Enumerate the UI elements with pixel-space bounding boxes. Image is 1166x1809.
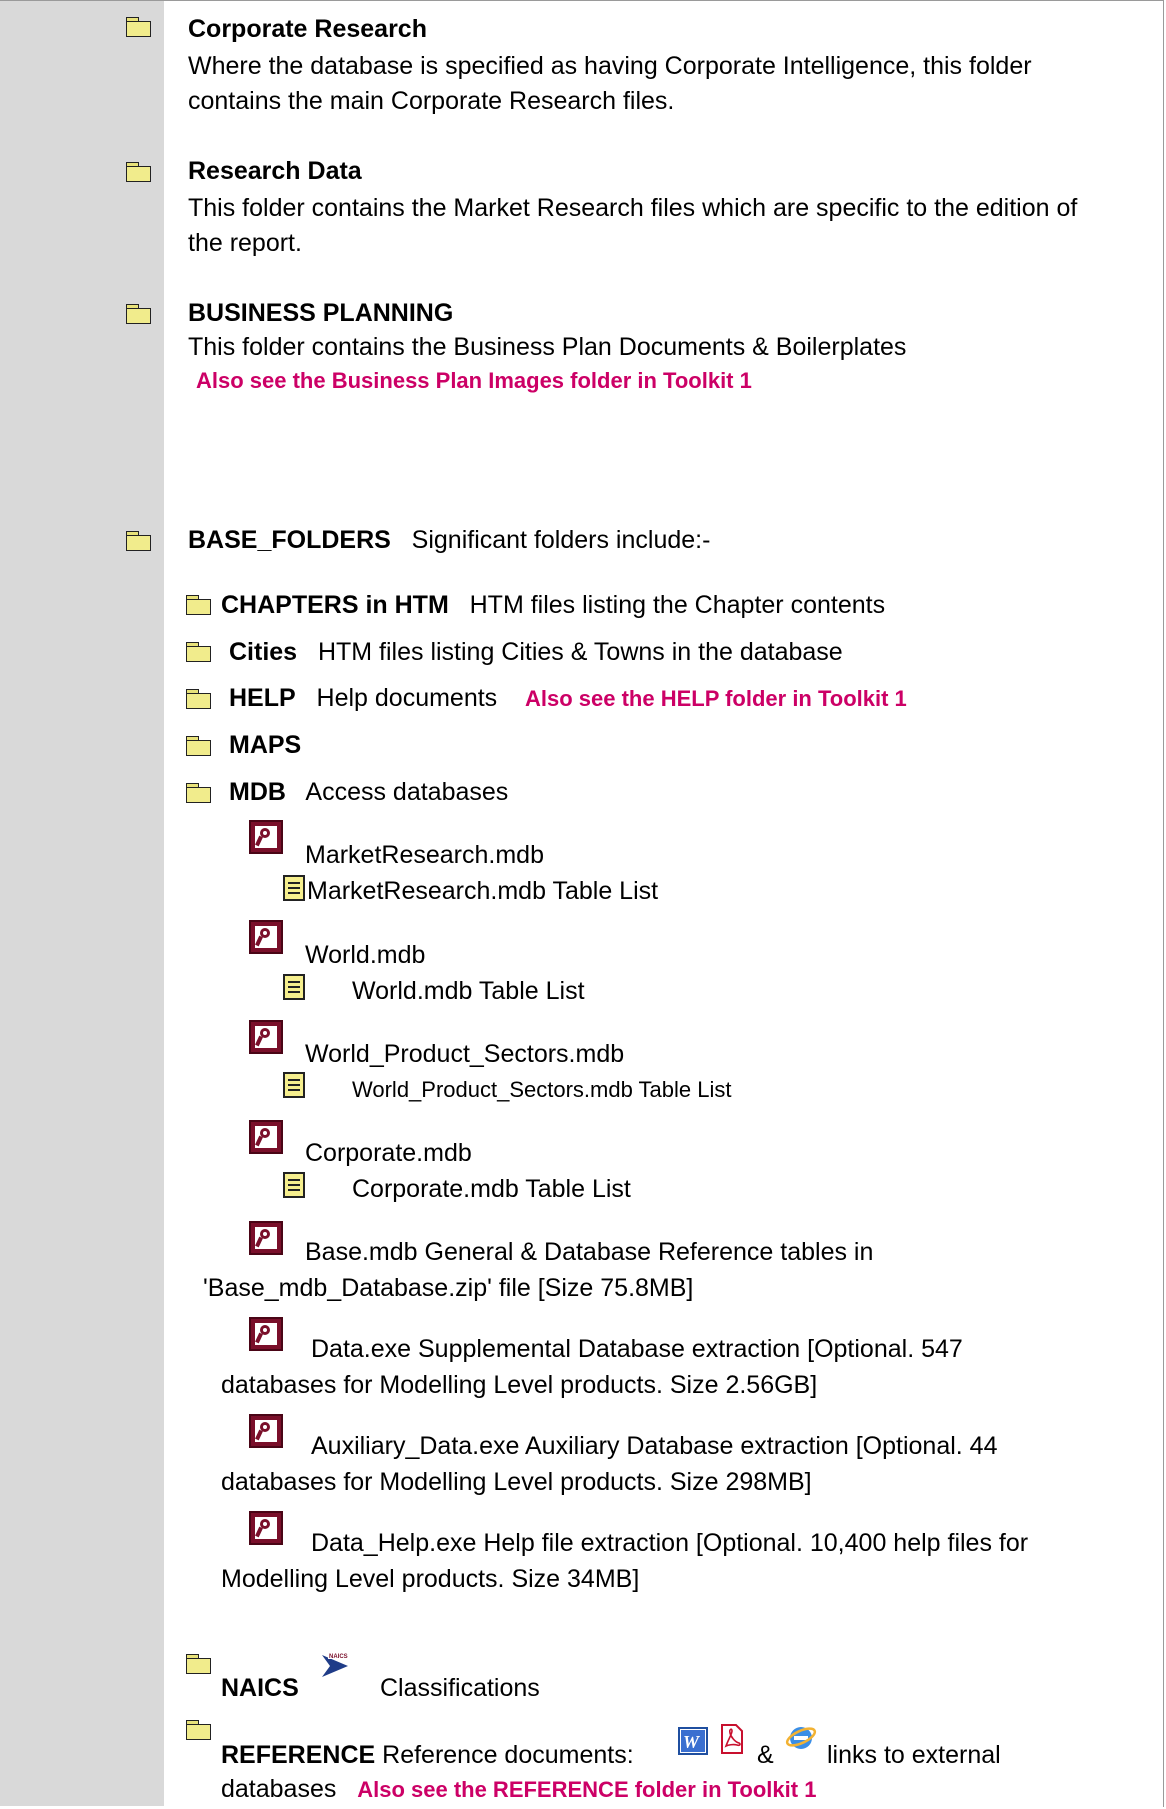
document-icon	[283, 1172, 305, 1198]
mdb-folder[interactable]: MDB	[229, 778, 286, 806]
word-icon[interactable]: W	[678, 1727, 708, 1755]
access-db-icon	[249, 1317, 283, 1351]
access-db-icon	[249, 1120, 283, 1154]
naics-folder[interactable]: NAICS	[221, 1671, 299, 1705]
folder-icon	[186, 783, 212, 803]
auxiliary-data-exe-line-1[interactable]: Auxiliary_Data.exe Auxiliary Database ex…	[311, 1429, 997, 1463]
reference-line: REFERENCE Reference documents:	[221, 1738, 634, 1772]
reference-amp: &	[757, 1741, 774, 1769]
world-table-list[interactable]: World.mdb Table List	[352, 974, 585, 1008]
corporate-research-desc-2: contains the main Corporate Research fil…	[188, 87, 675, 115]
folder-icon	[186, 595, 212, 615]
base-folders-desc: Significant folders include:-	[411, 526, 711, 554]
business-planning-desc: This folder contains the Business Plan D…	[188, 333, 907, 361]
svg-text:NAICS: NAICS	[329, 1654, 348, 1660]
business-plan-images-link[interactable]: Also see the Business Plan Images folder…	[196, 364, 752, 398]
cities-desc: HTM files listing Cities & Towns in the …	[317, 638, 843, 666]
base-mdb-line-2: 'Base_mdb_Database.zip' file [Size 75.8M…	[203, 1274, 694, 1302]
maps-folder[interactable]: MAPS	[229, 728, 301, 762]
base-folders-title[interactable]: BASE_FOLDERS	[188, 526, 391, 554]
mdb-line: MDB Access databases	[229, 775, 508, 809]
folder-icon	[126, 304, 152, 324]
naics-logo-icon: NAICS	[322, 1651, 348, 1677]
access-db-icon	[249, 1511, 283, 1545]
svg-text:W: W	[683, 1732, 701, 1752]
folder-icon	[186, 1720, 212, 1740]
world-product-sectors-mdb[interactable]: World_Product_Sectors.mdb	[305, 1037, 624, 1071]
cities-line: Cities HTM files listing Cities & Towns …	[229, 635, 843, 669]
world-mdb[interactable]: World.mdb	[305, 938, 425, 972]
access-db-icon	[249, 1020, 283, 1054]
research-data-title[interactable]: Research Data	[188, 154, 362, 188]
document-icon	[283, 875, 305, 901]
help-line: HELP Help documents Also see the HELP fo…	[229, 681, 907, 716]
mdb-desc: Access databases	[305, 778, 509, 806]
data-exe-line-2: databases for Modelling Level products. …	[221, 1371, 818, 1399]
help-toolkit-link[interactable]: Also see the HELP folder in Toolkit 1	[525, 686, 907, 711]
folder-icon	[186, 642, 212, 662]
access-db-icon	[249, 1414, 283, 1448]
folder-icon	[126, 162, 152, 182]
help-folder[interactable]: HELP	[229, 684, 296, 712]
reference-desc-c: databases	[221, 1775, 337, 1803]
chapters-line: CHAPTERS in HTM HTM files listing the Ch…	[221, 588, 885, 622]
data-exe-line-1[interactable]: Data.exe Supplemental Database extractio…	[311, 1332, 963, 1366]
chapters-folder[interactable]: CHAPTERS in HTM	[221, 591, 449, 619]
left-gutter	[0, 1, 116, 1806]
left-gutter-inner	[116, 1, 164, 577]
access-db-icon	[249, 1221, 283, 1255]
naics-desc: Classifications	[380, 1674, 540, 1702]
reference-desc-b: links to external	[827, 1741, 1001, 1769]
marketresearch-table-list[interactable]: MarketResearch.mdb Table List	[307, 874, 658, 908]
corporate-mdb[interactable]: Corporate.mdb	[305, 1136, 472, 1170]
base-folders-line: BASE_FOLDERS Significant folders include…	[188, 523, 710, 557]
access-db-icon	[249, 820, 283, 854]
research-data-desc-2: the report.	[188, 229, 302, 257]
folder-icon	[186, 689, 212, 709]
nested-panel	[164, 577, 1163, 1806]
reference-toolkit-link[interactable]: Also see the REFERENCE folder in Toolkit…	[357, 1777, 816, 1802]
reference-line-2: databases Also see the REFERENCE folder …	[221, 1772, 816, 1807]
pdf-icon[interactable]	[720, 1724, 744, 1754]
data-help-exe-line-1[interactable]: Data_Help.exe Help file extraction [Opti…	[311, 1526, 1028, 1560]
internet-explorer-icon[interactable]	[785, 1722, 817, 1752]
document-icon	[283, 1072, 305, 1098]
chapters-desc: HTM files listing the Chapter contents	[469, 591, 886, 619]
reference-folder[interactable]: REFERENCE	[221, 1741, 375, 1769]
folder-icon	[126, 531, 152, 551]
world-product-sectors-table-list[interactable]: World_Product_Sectors.mdb Table List	[352, 1073, 732, 1107]
reference-desc-a: Reference documents:	[382, 1741, 634, 1769]
help-desc: Help documents	[316, 684, 498, 712]
folder-icon	[126, 17, 152, 37]
corporate-research-title[interactable]: Corporate Research	[188, 12, 427, 46]
data-help-exe-line-2: Modelling Level products. Size 34MB]	[221, 1565, 640, 1593]
corporate-research-desc-1: Where the database is specified as havin…	[188, 52, 1032, 80]
cities-folder[interactable]: Cities	[229, 638, 297, 666]
corporate-table-list[interactable]: Corporate.mdb Table List	[352, 1172, 631, 1206]
folder-icon	[186, 736, 212, 756]
base-mdb-line-1[interactable]: Base.mdb General & Database Reference ta…	[305, 1235, 873, 1269]
research-data-desc-1: This folder contains the Market Research…	[188, 194, 1078, 222]
access-db-icon	[249, 920, 283, 954]
document-icon	[283, 974, 305, 1000]
business-planning-title[interactable]: BUSINESS PLANNING	[188, 296, 453, 330]
auxiliary-data-exe-line-2: databases for Modelling Level products. …	[221, 1468, 812, 1496]
nested-gutter	[116, 577, 164, 1806]
folder-icon	[186, 1654, 212, 1674]
marketresearch-mdb[interactable]: MarketResearch.mdb	[305, 838, 544, 872]
